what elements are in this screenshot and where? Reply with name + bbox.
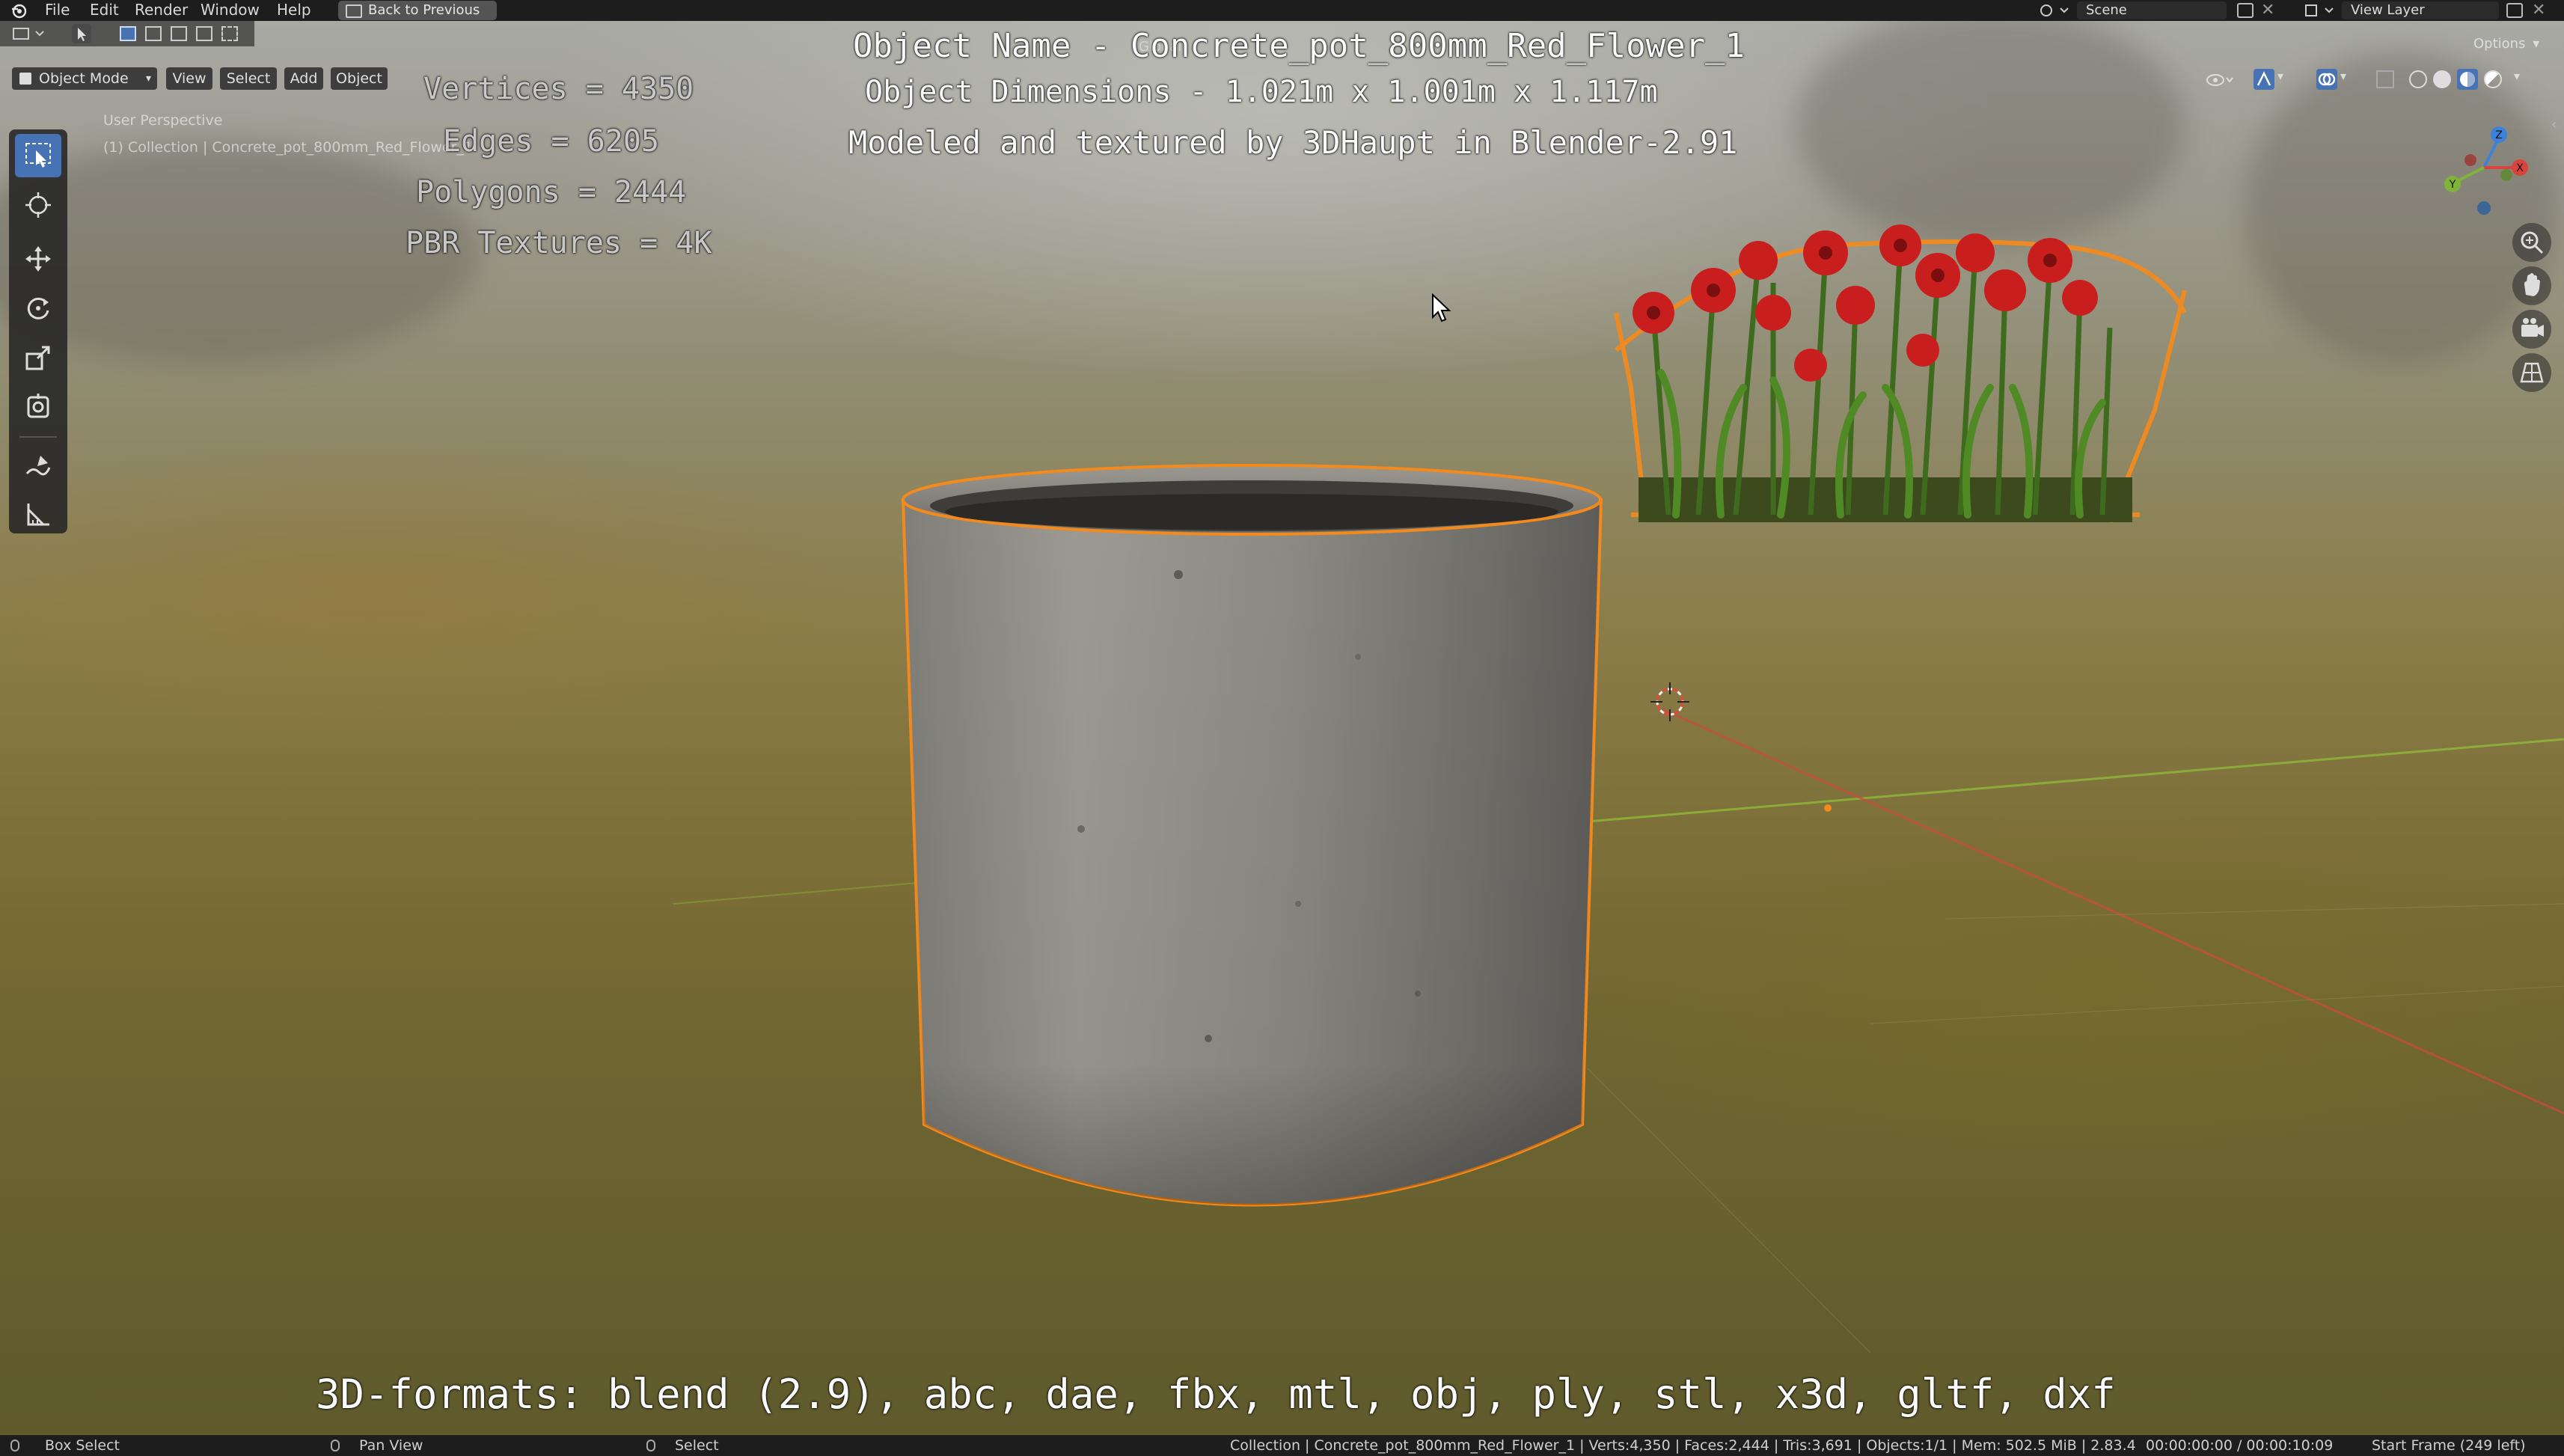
red-flower-object[interactable] — [1586, 163, 2200, 552]
edges-count-text: Edges = 6205 — [443, 124, 659, 159]
viewport-view-name: User Perspective — [103, 112, 223, 129]
toolbar-separator — [19, 436, 57, 438]
new-view-layer-icon[interactable] — [2506, 3, 2523, 18]
tool-shelf — [9, 129, 67, 533]
scene-selector-icon[interactable] — [2038, 2, 2071, 19]
status-select: Select — [675, 1437, 719, 1454]
status-start-frame: Start Frame (249 left) — [2372, 1437, 2526, 1454]
viewport-shading-controls: ▾ ▾ ▾ — [2200, 67, 2559, 93]
status-timecode: 00:00:00:00 / 00:00:10:09 — [2146, 1437, 2334, 1454]
back-to-previous-button[interactable]: Back to Previous — [338, 1, 497, 20]
box-select-new-icon[interactable] — [120, 26, 136, 41]
tool-header-row — [0, 21, 254, 46]
box-select-intersect-icon[interactable] — [221, 26, 238, 41]
object-menu-button[interactable]: Object — [331, 67, 388, 90]
move-tool[interactable] — [15, 237, 61, 281]
mouse-pointer-icon — [1431, 293, 1453, 323]
menu-render[interactable]: Render — [135, 0, 188, 21]
3d-formats-text: 3D-formats: blend (2.9), abc, dae, fbx, … — [316, 1371, 2116, 1418]
solid-shading-icon[interactable] — [2433, 70, 2451, 88]
3d-viewport[interactable]: Object Mode ▾ View Select Add Object Glo… — [0, 21, 2564, 1435]
status-pan-view: Pan View — [359, 1437, 423, 1454]
gizmo-x-label: X — [2516, 162, 2524, 174]
new-scene-icon[interactable] — [2237, 3, 2254, 18]
pbr-textures-text: PBR Textures = 4K — [406, 226, 712, 260]
cursor-tool[interactable] — [15, 183, 61, 227]
viewport-collection-path: (1) Collection | Concrete_pot_800mm_Red_… — [103, 139, 473, 156]
menu-file[interactable]: File — [45, 0, 70, 21]
material-preview-shading-icon[interactable] — [2457, 69, 2478, 90]
pan-view-button[interactable] — [2512, 266, 2551, 305]
top-menu-bar: File Edit Render Window Help Back to Pre… — [0, 0, 2564, 21]
gizmo-y-label: Y — [2449, 179, 2456, 191]
remove-scene-icon[interactable]: ✕ — [2261, 0, 2274, 21]
add-menu-button[interactable]: Add — [284, 67, 323, 90]
status-bar: Box Select Pan View Select Collection | … — [0, 1435, 2564, 1456]
wireframe-shading-icon[interactable] — [2409, 70, 2427, 88]
gizmo-z-label: Z — [2495, 129, 2503, 141]
options-dropdown[interactable]: Options ▾ — [2473, 34, 2556, 54]
shading-dropdown-icon[interactable]: ▾ — [2514, 69, 2520, 83]
measure-tool[interactable] — [15, 493, 61, 536]
mouse-left-icon — [10, 1440, 19, 1452]
box-select-subtract-icon[interactable] — [171, 26, 187, 41]
object-dimensions-text: Object Dimensions - 1.021m x 1.001m x 1.… — [865, 75, 1658, 109]
select-box-tool[interactable] — [15, 134, 61, 177]
modeled-by-text: Modeled and textured by 3DHaupt in Blend… — [848, 124, 1738, 161]
screen-icon — [346, 4, 362, 18]
chevron-down-icon: ▾ — [145, 73, 151, 85]
menu-edit[interactable]: Edit — [90, 0, 119, 21]
menu-help[interactable]: Help — [277, 0, 311, 21]
camera-view-button[interactable] — [2512, 310, 2551, 349]
view-menu-button[interactable]: View — [166, 67, 212, 90]
visibility-icon[interactable] — [2206, 70, 2236, 90]
xray-toggle-icon[interactable] — [2376, 70, 2394, 88]
status-box-select: Box Select — [45, 1437, 120, 1454]
mouse-middle-icon — [331, 1440, 340, 1452]
select-tool-icon[interactable] — [72, 24, 91, 43]
concrete-pot-object[interactable] — [894, 455, 1612, 1226]
rotate-tool[interactable] — [15, 287, 61, 330]
scale-tool[interactable] — [15, 336, 61, 379]
box-select-invert-icon[interactable] — [196, 26, 212, 41]
chevron-down-icon: ▾ — [2533, 36, 2540, 52]
select-menu-button[interactable]: Select — [220, 67, 277, 90]
overlays-dropdown-icon[interactable]: ▾ — [2340, 69, 2346, 83]
toggle-perspective-button[interactable] — [2512, 353, 2551, 392]
object-mode-icon — [19, 73, 31, 85]
polygons-count-text: Polygons = 2444 — [416, 175, 687, 209]
3d-cursor-icon[interactable] — [1647, 679, 1692, 724]
annotate-tool[interactable] — [15, 444, 61, 487]
transform-tool[interactable] — [15, 385, 61, 429]
object-mode-dropdown[interactable]: Object Mode ▾ — [12, 67, 157, 90]
remove-view-layer-icon[interactable]: ✕ — [2532, 0, 2545, 21]
rendered-shading-icon[interactable] — [2484, 70, 2502, 88]
overlays-toggle-icon[interactable] — [2316, 69, 2337, 90]
zoom-view-button[interactable] — [2512, 223, 2551, 262]
mouse-right-icon — [646, 1440, 655, 1452]
menu-window[interactable]: Window — [201, 0, 260, 21]
object-name-text: Object Name - Concrete_pot_800mm_Red_Flo… — [853, 27, 1745, 65]
box-select-extend-icon[interactable] — [145, 26, 162, 41]
editor-type-icon[interactable] — [12, 25, 49, 42]
view-layer-field[interactable]: View Layer — [2342, 1, 2499, 19]
sidebar-toggle-icon[interactable]: ‹ — [2551, 117, 2557, 132]
status-scene-stats: Collection | Concrete_pot_800mm_Red_Flow… — [1230, 1437, 2136, 1454]
gizmo-dropdown-icon[interactable]: ▾ — [2277, 69, 2283, 83]
view-layer-selector-icon[interactable] — [2303, 2, 2336, 19]
scene-name-field[interactable]: Scene — [2077, 1, 2227, 19]
navigation-gizmo[interactable]: Z X Y — [2432, 108, 2551, 227]
blender-logo-icon[interactable] — [10, 2, 27, 19]
gizmo-toggle-icon[interactable] — [2254, 69, 2274, 90]
vertices-count-text: Vertices = 4350 — [423, 72, 694, 106]
